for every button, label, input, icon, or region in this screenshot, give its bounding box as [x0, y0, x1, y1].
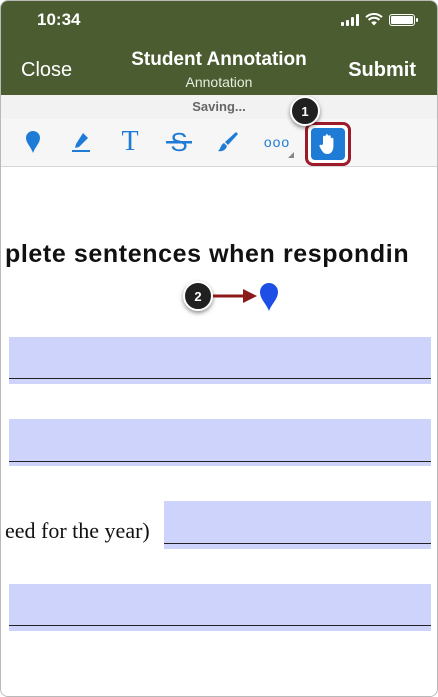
answer-line	[9, 378, 431, 379]
pan-tool[interactable]	[311, 128, 345, 160]
more-tools-button[interactable]: ooo	[260, 125, 294, 159]
wifi-icon	[365, 13, 383, 26]
form-field[interactable]	[164, 501, 431, 549]
hand-icon	[319, 134, 334, 154]
callout-1: 1	[290, 96, 320, 126]
freehand-tool[interactable]	[211, 125, 245, 159]
submit-button[interactable]: Submit	[348, 59, 416, 82]
document-page: plete sentences when respondin 2 eed for…	[1, 168, 437, 696]
highlighter-icon	[72, 133, 90, 152]
annotation-toolbar: T S ooo	[1, 119, 437, 167]
highlight-tool[interactable]	[64, 125, 98, 159]
answer-line	[9, 461, 431, 462]
text-tool[interactable]: T	[113, 125, 147, 159]
answer-line	[9, 625, 431, 626]
callout-2: 2	[183, 281, 213, 311]
form-field[interactable]	[9, 584, 431, 631]
status-time: 10:34	[37, 10, 81, 29]
point-annotation-tool[interactable]	[16, 125, 50, 159]
document-heading: plete sentences when respondin	[5, 240, 410, 268]
pan-tool-highlight[interactable]	[305, 122, 351, 166]
signal-icon	[341, 13, 359, 26]
brush-icon	[218, 132, 238, 152]
document-text: eed for the year)	[5, 518, 150, 543]
app-header: 10:34 Close Student Annotation Annotatio…	[1, 1, 437, 95]
form-field[interactable]	[9, 419, 431, 466]
arrow-icon	[213, 289, 257, 303]
pin-icon	[26, 131, 40, 153]
form-field[interactable]	[9, 337, 431, 384]
answer-line	[164, 543, 431, 544]
battery-icon	[389, 13, 418, 26]
status-icons	[341, 13, 418, 26]
strikeout-tool[interactable]: S	[162, 125, 196, 159]
app-frame: 10:34 Close Student Annotation Annotatio…	[0, 0, 438, 697]
saving-status: Saving...	[1, 95, 437, 119]
more-icon: ooo	[263, 134, 291, 150]
pin-annotation-icon[interactable]	[259, 282, 279, 312]
